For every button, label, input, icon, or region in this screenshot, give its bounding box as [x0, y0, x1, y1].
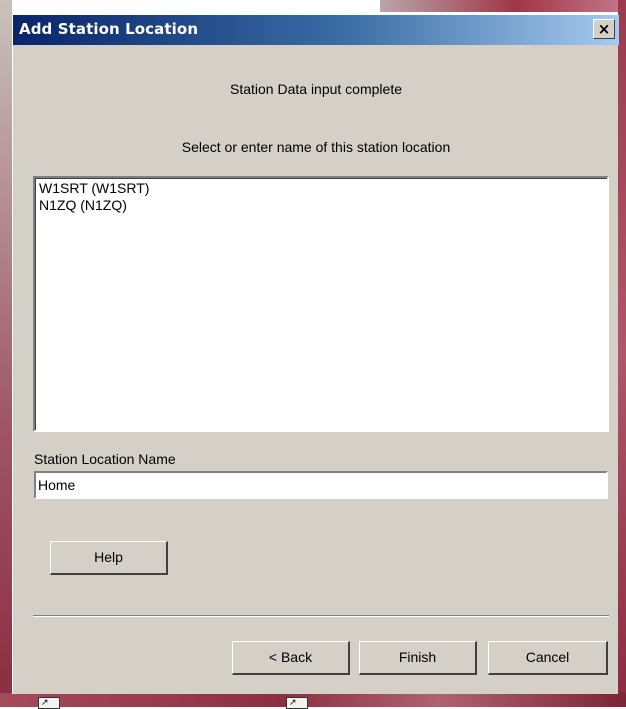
add-station-location-dialog: Add Station Location × Station Data inpu… [12, 14, 619, 694]
list-item[interactable]: N1ZQ (N1ZQ) [39, 197, 603, 214]
instruction-text: Select or enter name of this station loc… [181, 139, 451, 155]
desktop-background-bottom [0, 693, 626, 707]
divider [33, 615, 609, 617]
help-button[interactable]: Help [50, 541, 168, 575]
cancel-button[interactable]: Cancel [488, 641, 608, 675]
desktop-background-left [0, 0, 12, 707]
desktop-shortcut-icon[interactable]: ↗ [286, 697, 308, 709]
window-title: Add Station Location [19, 20, 199, 38]
status-message: Station Data input complete [230, 81, 402, 97]
desktop-background-top [380, 0, 626, 12]
title-bar[interactable]: Add Station Location × [13, 15, 619, 45]
close-icon: × [597, 20, 611, 38]
back-button[interactable]: < Back [232, 641, 350, 675]
finish-button[interactable]: Finish [359, 641, 477, 675]
desktop-background-right [618, 0, 626, 707]
list-item[interactable]: W1SRT (W1SRT) [39, 180, 603, 197]
station-location-name-input[interactable] [34, 471, 608, 499]
station-location-list[interactable]: W1SRT (W1SRT) N1ZQ (N1ZQ) [33, 176, 609, 432]
close-button[interactable]: × [593, 19, 615, 39]
desktop-shortcut-icon[interactable]: ↗ [38, 697, 60, 709]
station-location-name-label: Station Location Name [34, 451, 176, 467]
